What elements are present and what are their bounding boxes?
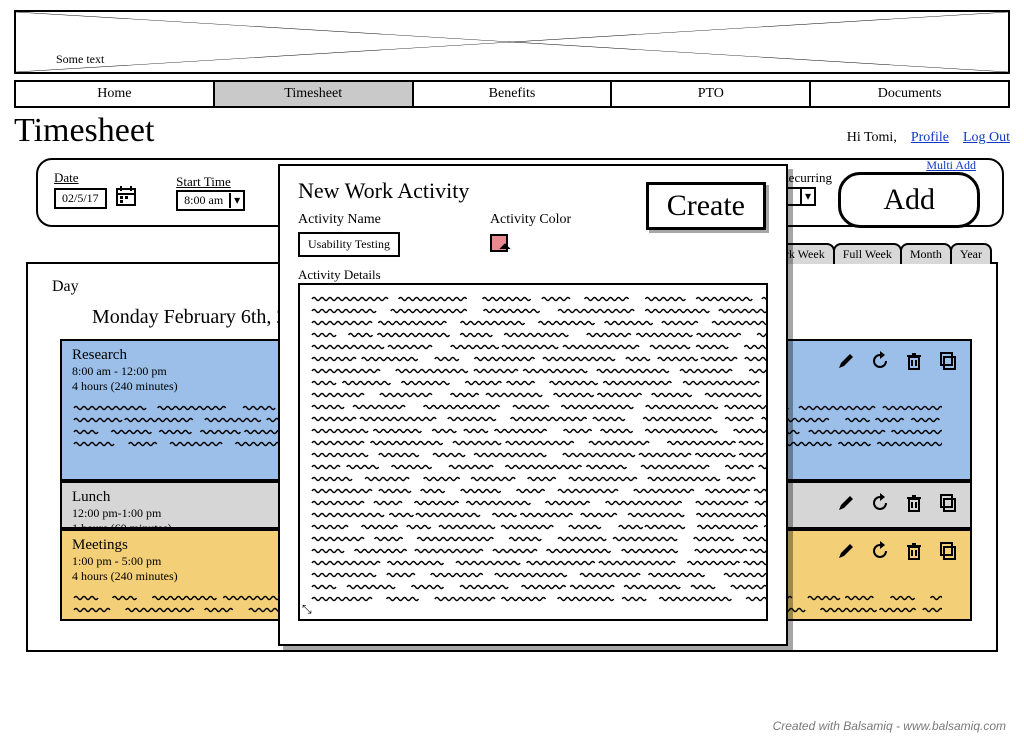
nav-tab-timesheet[interactable]: Timesheet [215,82,414,106]
activity-color-label: Activity Color [490,212,571,228]
copy-icon[interactable] [938,541,958,566]
view-tab-full-week[interactable]: Full Week [833,243,902,264]
profile-link[interactable]: Profile [911,130,949,146]
new-activity-dialog: New Work Activity Create Activity Name U… [278,164,788,646]
redo-icon[interactable] [870,541,890,566]
activity-actions [836,493,958,518]
delete-icon[interactable] [904,541,924,566]
date-label: Date [54,170,136,186]
nav-tab-documents[interactable]: Documents [811,82,1008,106]
activity-name-label: Activity Name [298,212,400,228]
chevron-down-icon: ▾ [800,189,814,204]
calendar-icon[interactable] [116,186,136,211]
start-time-field: Start Time 8:00 am ▾ [176,174,245,211]
banner-text: Some text [56,52,104,67]
view-tab-year[interactable]: Year [950,243,992,264]
redo-icon[interactable] [870,351,890,376]
add-button[interactable]: Add [838,172,980,228]
create-button[interactable]: Create [646,182,766,230]
user-area: Hi Tomi, Profile Log Out [847,130,1010,146]
copy-icon[interactable] [938,351,958,376]
greeting-text: Hi Tomi, [847,130,897,146]
edit-icon[interactable] [836,351,856,376]
delete-icon[interactable] [904,351,924,376]
resize-handle-icon[interactable]: ⤡ [302,602,312,617]
activity-details-textarea[interactable]: ⤡ [298,283,768,621]
activity-name-input[interactable]: Usability Testing [298,232,400,257]
activity-details-label: Activity Details [298,267,768,283]
watermark-text: Created with Balsamiq - www.balsamiq.com [773,719,1006,733]
nav-tab-benefits[interactable]: Benefits [414,82,613,106]
delete-icon[interactable] [904,493,924,518]
start-time-value: 8:00 am [178,192,229,209]
copy-icon[interactable] [938,493,958,518]
page-title: Timesheet [14,112,154,150]
multi-add-link[interactable]: Multi Add [926,158,976,173]
chevron-down-icon: ▾ [229,193,243,208]
banner-placeholder: Some text [14,10,1010,74]
edit-icon[interactable] [836,541,856,566]
start-time-label: Start Time [176,174,245,190]
logout-link[interactable]: Log Out [963,130,1010,146]
nav-tab-pto[interactable]: PTO [612,82,811,106]
activity-actions [836,351,958,376]
main-nav: HomeTimesheetBenefitsPTODocuments [14,80,1010,108]
date-input[interactable]: 02/5/17 [54,188,107,209]
start-time-dropdown[interactable]: 8:00 am ▾ [176,190,245,211]
edit-icon[interactable] [836,493,856,518]
nav-tab-home[interactable]: Home [16,82,215,106]
view-tab-month[interactable]: Month [900,243,952,264]
activity-color-swatch[interactable] [490,234,508,252]
redo-icon[interactable] [870,493,890,518]
activity-actions [836,541,958,566]
date-field: Date 02/5/17 [54,170,136,211]
